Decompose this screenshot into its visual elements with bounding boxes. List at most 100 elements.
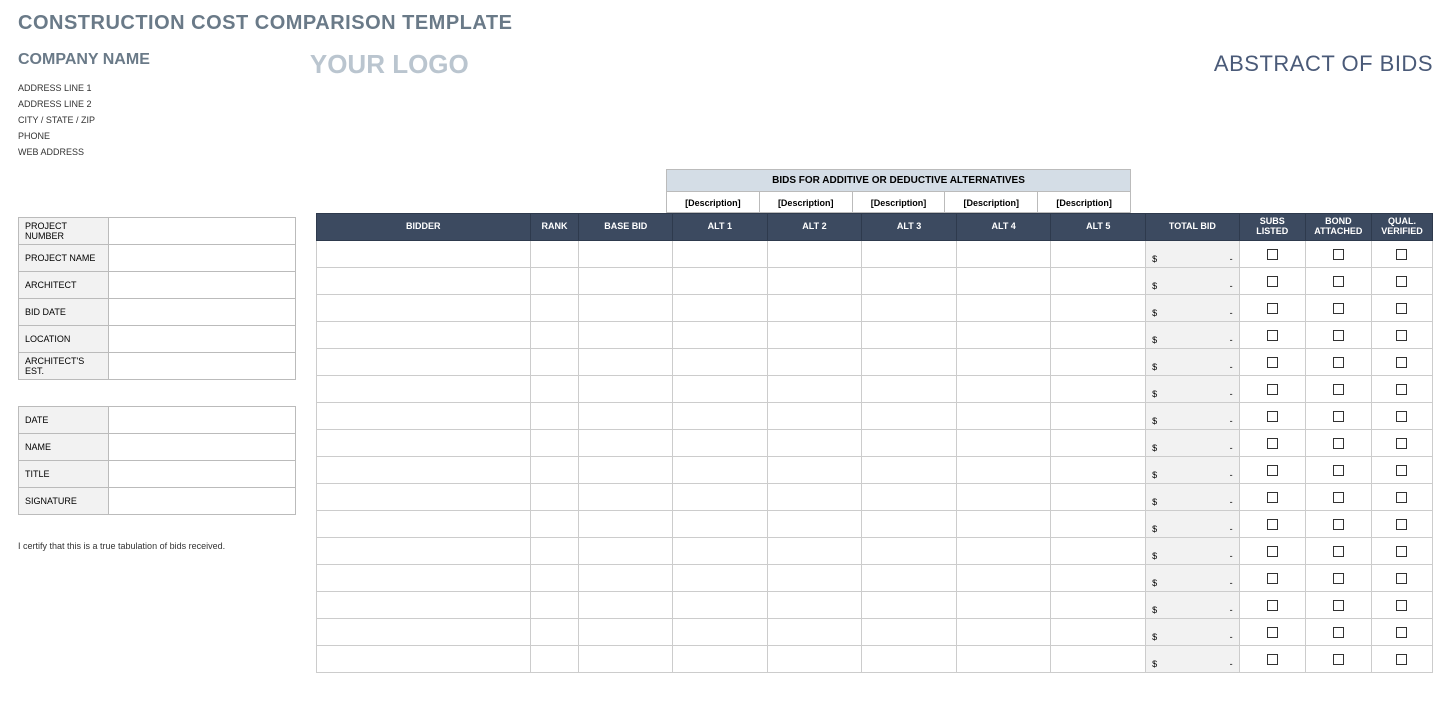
cell-alt3[interactable] [862, 619, 957, 646]
cell-alt1[interactable] [673, 565, 768, 592]
cell-alt5[interactable] [1051, 241, 1146, 268]
cell-alt5[interactable] [1051, 619, 1146, 646]
checkbox-qual-verified[interactable] [1396, 411, 1407, 422]
checkbox-qual-verified[interactable] [1396, 330, 1407, 341]
cell-bidder[interactable] [317, 484, 531, 511]
cell-bidder[interactable] [317, 376, 531, 403]
cell-alt1[interactable] [673, 538, 768, 565]
cell-rank[interactable] [530, 565, 579, 592]
cell-alt4[interactable] [956, 484, 1051, 511]
checkbox-subs-listed[interactable] [1267, 546, 1278, 557]
cell-base-bid[interactable] [579, 241, 673, 268]
cell-alt1[interactable] [673, 295, 768, 322]
cell-rank[interactable] [530, 268, 579, 295]
cell-alt4[interactable] [956, 565, 1051, 592]
checkbox-qual-verified[interactable] [1396, 600, 1407, 611]
cell-alt1[interactable] [673, 619, 768, 646]
cell-rank[interactable] [530, 646, 579, 673]
cell-alt2[interactable] [767, 295, 862, 322]
cell-rank[interactable] [530, 538, 579, 565]
checkbox-subs-listed[interactable] [1267, 573, 1278, 584]
checkbox-bond-attached[interactable] [1333, 600, 1344, 611]
cell-alt5[interactable] [1051, 457, 1146, 484]
cell-alt5[interactable] [1051, 538, 1146, 565]
cell-alt5[interactable] [1051, 646, 1146, 673]
cell-alt1[interactable] [673, 376, 768, 403]
checkbox-bond-attached[interactable] [1333, 330, 1344, 341]
checkbox-qual-verified[interactable] [1396, 627, 1407, 638]
cell-base-bid[interactable] [579, 268, 673, 295]
cell-base-bid[interactable] [579, 484, 673, 511]
cell-alt4[interactable] [956, 511, 1051, 538]
cell-base-bid[interactable] [579, 457, 673, 484]
cell-alt4[interactable] [956, 295, 1051, 322]
input-signature[interactable] [109, 488, 296, 515]
cell-bidder[interactable] [317, 295, 531, 322]
cell-alt5[interactable] [1051, 592, 1146, 619]
checkbox-subs-listed[interactable] [1267, 438, 1278, 449]
checkbox-bond-attached[interactable] [1333, 411, 1344, 422]
checkbox-bond-attached[interactable] [1333, 546, 1344, 557]
cell-alt1[interactable] [673, 646, 768, 673]
input-title[interactable] [109, 461, 296, 488]
cell-alt3[interactable] [862, 376, 957, 403]
cell-alt3[interactable] [862, 646, 957, 673]
cell-alt1[interactable] [673, 592, 768, 619]
input-project-number[interactable] [109, 218, 296, 245]
cell-base-bid[interactable] [579, 592, 673, 619]
checkbox-subs-listed[interactable] [1267, 411, 1278, 422]
cell-alt3[interactable] [862, 403, 957, 430]
cell-rank[interactable] [530, 376, 579, 403]
checkbox-qual-verified[interactable] [1396, 303, 1407, 314]
cell-alt3[interactable] [862, 484, 957, 511]
input-architect[interactable] [109, 272, 296, 299]
cell-alt4[interactable] [956, 322, 1051, 349]
cell-alt5[interactable] [1051, 565, 1146, 592]
cell-alt2[interactable] [767, 376, 862, 403]
cell-alt1[interactable] [673, 241, 768, 268]
alt-desc-3[interactable]: [Description] [853, 191, 946, 213]
cell-bidder[interactable] [317, 403, 531, 430]
cell-alt4[interactable] [956, 268, 1051, 295]
cell-alt5[interactable] [1051, 430, 1146, 457]
cell-alt4[interactable] [956, 646, 1051, 673]
cell-rank[interactable] [530, 241, 579, 268]
checkbox-subs-listed[interactable] [1267, 465, 1278, 476]
cell-alt4[interactable] [956, 403, 1051, 430]
cell-bidder[interactable] [317, 457, 531, 484]
cell-alt2[interactable] [767, 268, 862, 295]
checkbox-subs-listed[interactable] [1267, 600, 1278, 611]
cell-alt5[interactable] [1051, 295, 1146, 322]
cell-alt4[interactable] [956, 376, 1051, 403]
checkbox-subs-listed[interactable] [1267, 627, 1278, 638]
cell-bidder[interactable] [317, 349, 531, 376]
checkbox-qual-verified[interactable] [1396, 357, 1407, 368]
cell-bidder[interactable] [317, 538, 531, 565]
cell-bidder[interactable] [317, 619, 531, 646]
checkbox-bond-attached[interactable] [1333, 384, 1344, 395]
cell-bidder[interactable] [317, 268, 531, 295]
cell-alt5[interactable] [1051, 403, 1146, 430]
cell-alt4[interactable] [956, 592, 1051, 619]
cell-alt3[interactable] [862, 268, 957, 295]
cell-alt4[interactable] [956, 538, 1051, 565]
checkbox-subs-listed[interactable] [1267, 276, 1278, 287]
alt-desc-1[interactable]: [Description] [666, 191, 760, 213]
checkbox-qual-verified[interactable] [1396, 573, 1407, 584]
checkbox-bond-attached[interactable] [1333, 276, 1344, 287]
input-location[interactable] [109, 326, 296, 353]
cell-rank[interactable] [530, 430, 579, 457]
cell-bidder[interactable] [317, 646, 531, 673]
cell-base-bid[interactable] [579, 511, 673, 538]
cell-bidder[interactable] [317, 322, 531, 349]
cell-alt1[interactable] [673, 457, 768, 484]
checkbox-subs-listed[interactable] [1267, 519, 1278, 530]
cell-rank[interactable] [530, 295, 579, 322]
cell-rank[interactable] [530, 322, 579, 349]
cell-bidder[interactable] [317, 241, 531, 268]
checkbox-bond-attached[interactable] [1333, 465, 1344, 476]
checkbox-subs-listed[interactable] [1267, 357, 1278, 368]
checkbox-qual-verified[interactable] [1396, 384, 1407, 395]
cell-bidder[interactable] [317, 430, 531, 457]
checkbox-bond-attached[interactable] [1333, 438, 1344, 449]
